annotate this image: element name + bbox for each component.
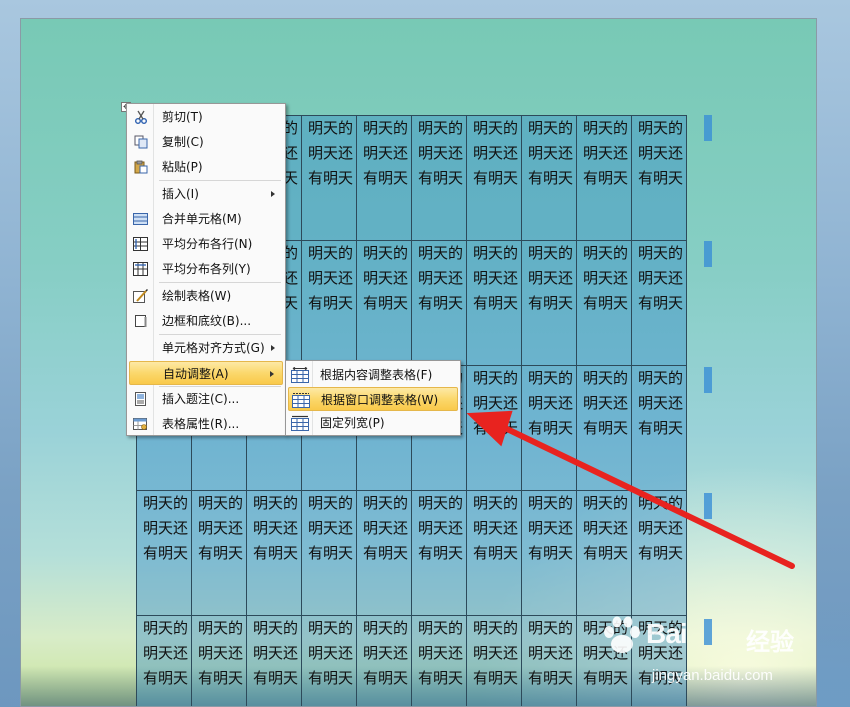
fixed-column-width-icon xyxy=(291,415,309,431)
table-cell[interactable]: 明天的明天还有明天 xyxy=(356,615,412,706)
table-cell[interactable]: 明天的明天还有明天 xyxy=(466,615,522,706)
draw-table-icon xyxy=(133,289,148,303)
row-end-marker xyxy=(704,493,712,519)
submenu-arrow-icon xyxy=(270,371,274,377)
insert-caption-icon xyxy=(133,392,148,406)
menu-separator xyxy=(159,282,281,283)
table-properties-icon xyxy=(133,417,148,431)
table-cell[interactable]: 明天的明天还有明天 xyxy=(191,615,247,706)
table-cell[interactable]: 明天的明天还有明天 xyxy=(411,615,467,706)
table-cell[interactable]: 明天的明天还有明天 xyxy=(576,490,632,616)
menu-separator xyxy=(159,180,281,181)
menu-item-draw-table[interactable]: 绘制表格(W) xyxy=(129,284,283,308)
submenu-arrow-icon xyxy=(271,191,275,197)
row-end-marker xyxy=(704,241,712,267)
menu-item-merge-cells[interactable]: 合并单元格(M) xyxy=(129,207,283,231)
menu-item-auto-fit[interactable]: 自动调整(A) xyxy=(129,361,283,385)
table-cell[interactable]: 明天的明天还有明天 xyxy=(411,115,467,241)
table-cell[interactable]: 明天的明天还有明天 xyxy=(576,115,632,241)
table-cell[interactable]: 明天的明天还有明天 xyxy=(521,240,577,366)
merge-cells-icon xyxy=(133,212,148,226)
table-context-menu: 剪切(T) 复制(C) 粘贴(P) 插入(I) 合并单元格(M) 平均分布各行(… xyxy=(126,103,286,436)
table-cell[interactable]: 明天的明天还有明天 xyxy=(411,240,467,366)
table-cell[interactable]: 明天的明天还有明天 xyxy=(521,115,577,241)
borders-shading-icon xyxy=(133,314,148,328)
table-cell[interactable]: 明天的明天还有明天 xyxy=(246,615,302,706)
table-cell[interactable]: 明天的明天还有明天 xyxy=(301,490,357,616)
menu-item-insert[interactable]: 插入(I) xyxy=(129,182,283,206)
table-cell[interactable]: 明天的明天还有明天 xyxy=(136,490,192,616)
table-cell[interactable]: 明天的明天还有明天 xyxy=(411,490,467,616)
row-end-marker xyxy=(704,115,712,141)
paste-icon xyxy=(133,160,148,174)
submenu-item-autofit-contents[interactable]: 根据内容调整表格(F) xyxy=(288,363,458,387)
table-cell[interactable]: 明天的明天还有明天 xyxy=(356,240,412,366)
table-cell[interactable]: 明天的明天还有明天 xyxy=(521,615,577,706)
table-cell[interactable]: 明天的明天还有明天 xyxy=(631,115,687,241)
table-cell[interactable]: 明天的明天还有明天 xyxy=(301,615,357,706)
menu-item-distribute-columns[interactable]: 平均分布各列(Y) xyxy=(129,257,283,281)
submenu-item-autofit-window[interactable]: 根据窗口调整表格(W) xyxy=(288,387,458,411)
menu-item-copy[interactable]: 复制(C) xyxy=(129,130,283,154)
distribute-rows-icon xyxy=(133,237,148,251)
table-cell[interactable]: 明天的明天还有明天 xyxy=(301,115,357,241)
table-cell[interactable]: 明天的明天还有明天 xyxy=(301,240,357,366)
table-row: 明天的明天还有明天明天的明天还有明天明天的明天还有明天明天的明天还有明天明天的明… xyxy=(136,615,687,706)
menu-item-cut[interactable]: 剪切(T) xyxy=(129,105,283,129)
table-cell[interactable]: 明天的明天还有明天 xyxy=(466,240,522,366)
menu-item-borders-shading[interactable]: 边框和底纹(B)... xyxy=(129,309,283,333)
table-cell[interactable]: 明天的明天还有明天 xyxy=(521,365,577,491)
menu-separator xyxy=(159,334,281,335)
table-row: 明天的明天还有明天明天的明天还有明天明天的明天还有明天明天的明天还有明天明天的明… xyxy=(136,490,687,616)
submenu-item-fixed-column-width[interactable]: 固定列宽(P) xyxy=(288,411,458,435)
table-cell[interactable]: 明天的明天还有明天 xyxy=(631,490,687,616)
autofit-contents-icon xyxy=(291,366,309,383)
menu-item-paste[interactable]: 粘贴(P) xyxy=(129,155,283,179)
table-cell[interactable]: 明天的明天还有明天 xyxy=(136,615,192,706)
table-cell[interactable]: 明天的明天还有明天 xyxy=(521,490,577,616)
scissors-icon xyxy=(133,110,148,124)
autofit-window-icon xyxy=(292,392,310,408)
submenu-arrow-icon xyxy=(271,345,275,351)
table-cell[interactable]: 明天的明天还有明天 xyxy=(576,240,632,366)
table-cell[interactable]: 明天的明天还有明天 xyxy=(576,615,632,706)
table-cell[interactable]: 明天的明天还有明天 xyxy=(631,615,687,706)
table-cell[interactable]: 明天的明天还有明天 xyxy=(576,365,632,491)
menu-item-table-properties[interactable]: 表格属性(R)... xyxy=(129,412,283,436)
distribute-columns-icon xyxy=(133,262,148,276)
table-cell[interactable]: 明天的明天还有明天 xyxy=(246,490,302,616)
table-cell[interactable]: 明天的明天还有明天 xyxy=(631,365,687,491)
table-cell[interactable]: 明天的明天还有明天 xyxy=(466,365,522,491)
menu-item-cell-alignment[interactable]: 单元格对齐方式(G) xyxy=(129,336,283,360)
table-cell[interactable]: 明天的明天还有明天 xyxy=(356,115,412,241)
auto-fit-submenu: 根据内容调整表格(F) 根据窗口调整表格(W) 固定列宽(P) xyxy=(285,360,461,436)
table-cell[interactable]: 明天的明天还有明天 xyxy=(356,490,412,616)
row-end-marker xyxy=(704,367,712,393)
table-cell[interactable]: 明天的明天还有明天 xyxy=(631,240,687,366)
menu-item-insert-caption[interactable]: 插入题注(C)... xyxy=(129,387,283,411)
table-cell[interactable]: 明天的明天还有明天 xyxy=(191,490,247,616)
row-end-marker xyxy=(704,619,712,645)
table-cell[interactable]: 明天的明天还有明天 xyxy=(466,490,522,616)
table-cell[interactable]: 明天的明天还有明天 xyxy=(466,115,522,241)
menu-item-distribute-rows[interactable]: 平均分布各行(N) xyxy=(129,232,283,256)
copy-icon xyxy=(133,135,148,149)
